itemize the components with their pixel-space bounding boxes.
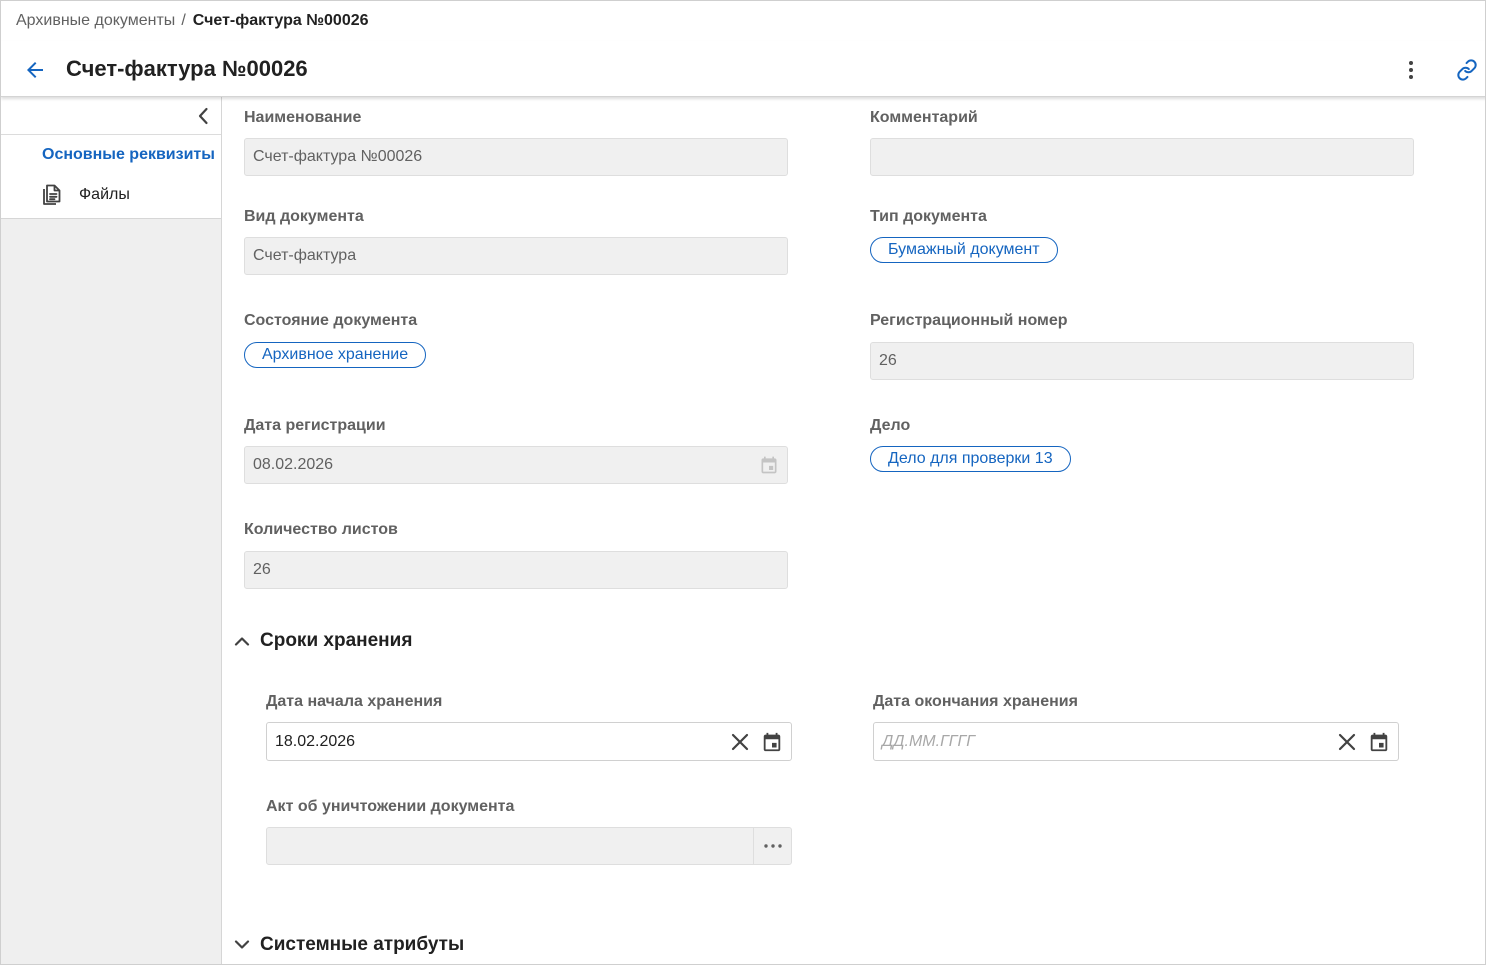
- copy-link-button[interactable]: [1453, 56, 1481, 84]
- more-actions-button[interactable]: [1399, 56, 1423, 84]
- doc-state-label: Состояние документа: [244, 312, 418, 329]
- start-date-value: 18.02.2026: [275, 733, 356, 750]
- system-section-toggle[interactable]: Системные атрибуты: [233, 933, 464, 957]
- page-header: Счет-фактура №00026: [1, 41, 1485, 97]
- sheets-label: Количество листов: [244, 521, 398, 538]
- end-date-placeholder: ДД.ММ.ГГГГ: [882, 733, 975, 750]
- breadcrumb-separator: /: [181, 12, 186, 29]
- sidebar-nav: Основные реквизиты Файлы: [1, 97, 221, 219]
- reg-date-value: 08.02.2026: [253, 456, 334, 473]
- destruction-act-label: Акт об уничтожении документа: [266, 798, 515, 815]
- calendar-icon: [759, 455, 779, 475]
- dots-vertical-icon: [1409, 61, 1413, 79]
- dots-horizontal-icon: [763, 844, 782, 848]
- comment-field[interactable]: [870, 138, 1414, 176]
- reg-date-label: Дата регистрации: [244, 417, 386, 434]
- end-date-label: Дата окончания хранения: [873, 693, 1078, 710]
- close-icon: [731, 733, 749, 751]
- start-date-input[interactable]: 18.02.2026: [266, 722, 792, 761]
- comment-label: Комментарий: [870, 109, 978, 126]
- clear-end-date-button[interactable]: [1336, 731, 1358, 753]
- storage-section-toggle[interactable]: Сроки хранения: [233, 629, 412, 653]
- arrow-left-icon: [27, 62, 43, 78]
- name-label: Наименование: [244, 109, 362, 126]
- start-date-label: Дата начала хранения: [266, 693, 443, 710]
- name-field[interactable]: Счет-фактура №00026: [244, 138, 788, 176]
- reg-number-field[interactable]: 26: [870, 342, 1414, 380]
- chevron-up-icon: [233, 632, 251, 650]
- destruction-act-field[interactable]: [266, 827, 792, 865]
- clear-start-date-button[interactable]: [729, 731, 751, 753]
- sidebar-item-main-attributes[interactable]: Основные реквизиты: [42, 145, 215, 165]
- sidebar-divider: [1, 134, 221, 135]
- sidebar-item-label: Файлы: [79, 186, 130, 203]
- breadcrumb-root[interactable]: Архивные документы: [16, 12, 175, 29]
- doc-type-label: Тип документа: [870, 208, 987, 225]
- chevron-down-icon: [233, 936, 251, 954]
- document-file-icon: [41, 183, 63, 207]
- collapse-sidebar-button[interactable]: [193, 105, 213, 127]
- end-date-calendar-button[interactable]: [1368, 731, 1390, 753]
- calendar-icon: [1370, 732, 1388, 752]
- system-section-title: Системные атрибуты: [260, 934, 465, 955]
- storage-section-title: Сроки хранения: [260, 630, 413, 651]
- end-date-input[interactable]: ДД.ММ.ГГГГ: [873, 722, 1399, 761]
- breadcrumb: Архивные документы / Счет-фактура №00026: [16, 11, 369, 31]
- doc-state-chip[interactable]: Архивное хранение: [244, 342, 427, 368]
- breadcrumb-current: Счет-фактура №00026: [192, 12, 369, 29]
- select-destruction-act-button[interactable]: [753, 828, 791, 864]
- reg-number-label: Регистрационный номер: [870, 312, 1068, 329]
- doc-kind-field[interactable]: Счет-фактура: [244, 237, 788, 275]
- link-icon: [1457, 59, 1477, 81]
- case-chip[interactable]: Дело для проверки 13: [870, 446, 1071, 472]
- close-icon: [1338, 733, 1356, 751]
- chevron-left-icon: [198, 107, 208, 125]
- back-button[interactable]: [21, 56, 49, 84]
- case-label: Дело: [870, 417, 911, 434]
- calendar-icon: [763, 732, 781, 752]
- doc-kind-label: Вид документа: [244, 208, 364, 225]
- start-date-calendar-button[interactable]: [761, 731, 783, 753]
- page-title: Счет-фактура №00026: [66, 56, 308, 81]
- sidebar: Основные реквизиты Файлы: [1, 97, 222, 964]
- sidebar-item-files[interactable]: Файлы: [41, 182, 130, 208]
- doc-type-chip[interactable]: Бумажный документ: [870, 237, 1058, 263]
- reg-date-field[interactable]: 08.02.2026: [244, 446, 788, 484]
- app-window: Архивные документы / Счет-фактура №00026 С…: [0, 0, 1486, 965]
- sheets-field[interactable]: 26: [244, 551, 788, 589]
